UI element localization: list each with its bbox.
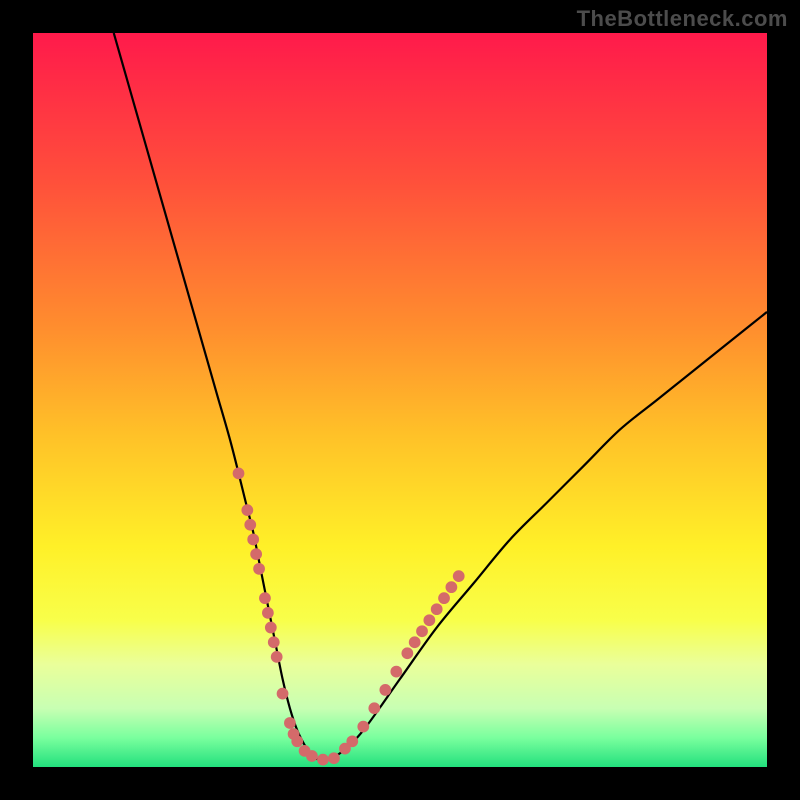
dot-marker xyxy=(291,735,303,747)
dot-marker xyxy=(346,735,358,747)
dot-marker xyxy=(268,636,280,648)
dot-marker xyxy=(431,603,443,615)
dot-markers xyxy=(233,468,465,766)
dot-marker xyxy=(253,563,265,575)
dot-marker xyxy=(379,684,391,696)
chart-frame: TheBottleneck.com xyxy=(0,0,800,800)
dot-marker xyxy=(250,548,262,560)
dot-marker xyxy=(247,534,259,546)
dot-marker xyxy=(244,519,256,531)
dot-marker xyxy=(306,750,318,762)
dot-marker xyxy=(277,688,289,700)
dot-marker xyxy=(284,717,296,729)
dot-marker xyxy=(328,752,340,764)
dot-marker xyxy=(423,614,435,626)
dot-marker xyxy=(368,702,380,714)
dot-marker xyxy=(317,754,329,766)
dot-marker xyxy=(390,666,402,678)
dot-marker xyxy=(271,651,283,663)
dot-marker xyxy=(259,592,271,604)
dot-marker xyxy=(265,622,277,634)
dot-marker xyxy=(438,592,450,604)
bottleneck-curve xyxy=(114,33,767,760)
dot-marker xyxy=(453,570,465,582)
dot-marker xyxy=(241,504,253,516)
dot-marker xyxy=(409,636,421,648)
dot-marker xyxy=(262,607,274,619)
plot-area xyxy=(33,33,767,767)
dot-marker xyxy=(446,581,458,593)
dot-marker xyxy=(401,647,413,659)
attribution-label: TheBottleneck.com xyxy=(577,6,788,32)
dot-marker xyxy=(233,468,245,480)
dot-marker xyxy=(357,721,369,733)
dot-marker xyxy=(416,625,428,637)
curve-layer xyxy=(33,33,767,767)
